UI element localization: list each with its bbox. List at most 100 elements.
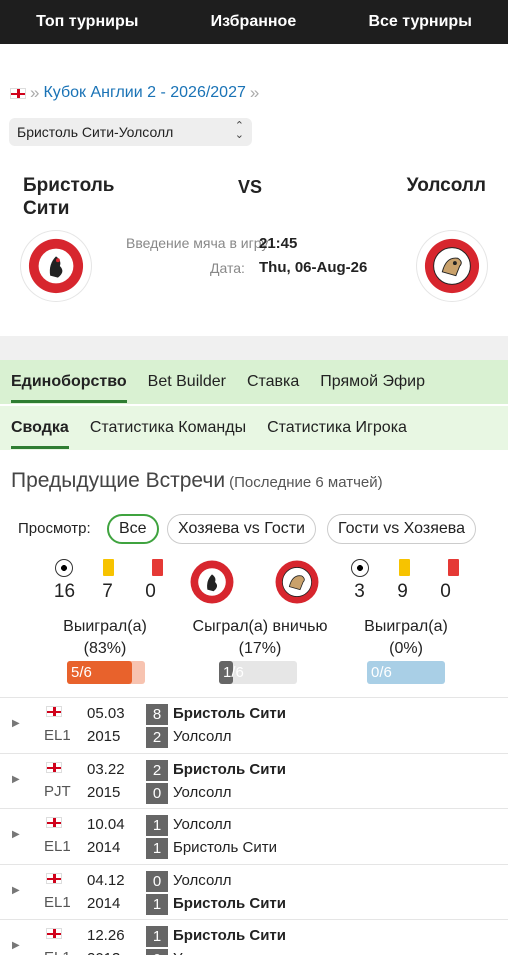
match-date-year: 2015 — [87, 728, 121, 745]
team-bottom-name: Бристоль Сити — [173, 839, 277, 856]
home-stat-icons — [55, 559, 163, 577]
home-team-crest-icon[interactable] — [21, 231, 91, 301]
home-score: 0 — [146, 870, 168, 892]
home-red-cards: 0 — [145, 581, 156, 602]
away-team-crest-icon — [274, 559, 320, 605]
red-card-icon — [448, 559, 459, 576]
england-flag-icon — [46, 928, 62, 939]
match-select-value: Бристоль Сити-Уолсолл — [17, 124, 174, 140]
team-top-name: Бристоль Сити — [173, 927, 286, 944]
top-navigation: Топ турниры Избранное Все турниры — [0, 0, 508, 44]
tab-team-stats[interactable]: Статистика Команды — [90, 419, 246, 437]
filter-home-vs-away-button[interactable]: Хозяева vs Гости — [167, 514, 316, 544]
away-team-crest-icon[interactable] — [417, 231, 487, 301]
away-score: 2 — [146, 727, 168, 748]
date-label: Дата: — [210, 260, 245, 276]
tab-bet-builder[interactable]: Bet Builder — [148, 373, 226, 391]
kickoff-time: 21:45 — [259, 235, 298, 252]
home-wins-bar-fill: 5/6 — [67, 661, 132, 684]
team-bottom-name: Уолсолл — [173, 783, 232, 801]
filter-away-vs-home-button[interactable]: Гости vs Хозяева — [327, 514, 476, 544]
match-row[interactable]: ▶ EL1 12.26 2013 1 0 Бристоль Сити Уолсолл — [0, 919, 508, 955]
tab-summary[interactable]: Сводка — [11, 419, 69, 449]
team-bottom-name: Уолсолл — [173, 950, 231, 955]
main-tabs: Единоборство Bet Builder Ставка Прямой Э… — [0, 360, 508, 404]
match-date-day: 03.22 — [87, 760, 125, 778]
match-date-year: 2014 — [87, 894, 121, 912]
away-wins-bar: 0/6 — [367, 661, 445, 684]
soccer-ball-icon — [351, 559, 369, 577]
match-row[interactable]: ▶ PJT 03.22 2015 2 0 Бристоль Сити Уолсолл — [0, 752, 508, 808]
home-yellow-cards: 7 — [102, 581, 113, 602]
match-row[interactable]: ▶ EL1 10.04 2014 1 1 Уолсолл Бристоль Сити — [0, 808, 508, 863]
home-score: 1 — [146, 815, 168, 836]
away-score: 0 — [146, 949, 168, 955]
section-title: Предыдущие Встречи (Последние 6 матчей) — [11, 469, 383, 492]
tab-top-tournaments[interactable]: Топ турниры — [36, 13, 138, 31]
yellow-card-icon — [103, 559, 114, 576]
match-date-day: 12.26 — [87, 927, 125, 944]
home-stat-values: 16 7 0 — [43, 581, 172, 603]
expand-arrow-icon[interactable]: ▶ — [12, 829, 20, 840]
home-team-crest-icon — [189, 559, 235, 605]
home-wins-label: Выиграл(а) (83%) — [63, 618, 147, 657]
divider — [0, 336, 508, 360]
home-score: 8 — [146, 704, 168, 725]
away-wins-label: Выиграл(а) (0%) — [364, 618, 448, 657]
england-flag-icon — [46, 872, 62, 884]
tab-head-to-head[interactable]: Единоборство — [11, 373, 127, 403]
expand-arrow-icon[interactable]: ▶ — [12, 940, 20, 951]
team-bottom-name: Уолсолл — [173, 728, 232, 745]
match-row[interactable]: ▶ EL1 05.03 2015 8 2 Бристоль Сити Уолсолл — [0, 697, 508, 752]
filter-all-button[interactable]: Все — [107, 514, 159, 544]
competition-code: EL1 — [44, 727, 71, 744]
kickoff-label: Введение мяча в игру — [126, 235, 269, 251]
draws-label: Сыграл(а) вничью (17%) — [192, 618, 328, 657]
home-goals: 16 — [53, 581, 76, 602]
match-date-day: 10.04 — [87, 816, 125, 833]
england-flag-icon — [46, 817, 62, 828]
expand-arrow-icon[interactable]: ▶ — [12, 718, 20, 729]
england-flag-icon — [46, 706, 62, 717]
section-subtitle: (Последние 6 матчей) — [229, 474, 383, 491]
england-flag-icon — [46, 761, 62, 773]
away-yellow-cards: 9 — [397, 581, 408, 602]
home-team-name: Бристоль Сити — [23, 175, 115, 219]
breadcrumb: » Кубок Англии 2 - 2026/2027 » — [0, 80, 508, 106]
breadcrumb-competition-link[interactable]: Кубок Англии 2 - 2026/2027 — [43, 84, 245, 102]
red-card-icon — [152, 559, 163, 576]
tab-all-tournaments[interactable]: Все турниры — [368, 13, 471, 31]
tab-player-stats[interactable]: Статистика Игрока — [267, 419, 407, 437]
home-score: 1 — [146, 926, 168, 947]
away-score: 0 — [146, 782, 168, 804]
competition-code: EL1 — [44, 838, 71, 855]
away-team-name: Уолсолл — [406, 175, 486, 196]
away-score: 1 — [146, 893, 168, 915]
breadcrumb-separator: » — [30, 83, 40, 102]
tab-favorites[interactable]: Избранное — [211, 13, 297, 31]
home-wins-bar: 5/6 — [67, 661, 145, 684]
tab-bet[interactable]: Ставка — [247, 373, 299, 391]
expand-arrow-icon[interactable]: ▶ — [12, 774, 20, 785]
draws-bar-fill: 1/6 — [219, 661, 244, 684]
match-date-day: 04.12 — [87, 871, 125, 889]
away-stat-values: 3 9 0 — [338, 581, 467, 603]
chevron-up-down-icon: ⌃ ⌄ — [234, 120, 244, 141]
team-top-name: Бристоль Сити — [173, 705, 286, 722]
yellow-card-icon — [399, 559, 410, 576]
expand-arrow-icon[interactable]: ▶ — [12, 885, 20, 896]
match-date-day: 05.03 — [87, 705, 125, 722]
competition-code: EL1 — [44, 949, 71, 955]
away-stat-icons — [351, 559, 459, 577]
match-row[interactable]: ▶ EL1 04.12 2014 0 1 Уолсолл Бристоль Сити — [0, 863, 508, 919]
away-red-cards: 0 — [440, 581, 451, 602]
competition-code: PJT — [44, 782, 71, 800]
match-select[interactable]: Бристоль Сити-Уолсолл ⌃ ⌄ — [9, 118, 252, 146]
draws-bar: 1/6 — [219, 661, 297, 684]
filter-label: Просмотр: — [18, 520, 91, 537]
england-flag-icon — [10, 87, 26, 99]
versus-label: VS — [238, 177, 263, 197]
team-top-name: Уолсолл — [173, 871, 232, 889]
breadcrumb-separator: » — [249, 83, 260, 102]
tab-live[interactable]: Прямой Эфир — [320, 373, 425, 391]
